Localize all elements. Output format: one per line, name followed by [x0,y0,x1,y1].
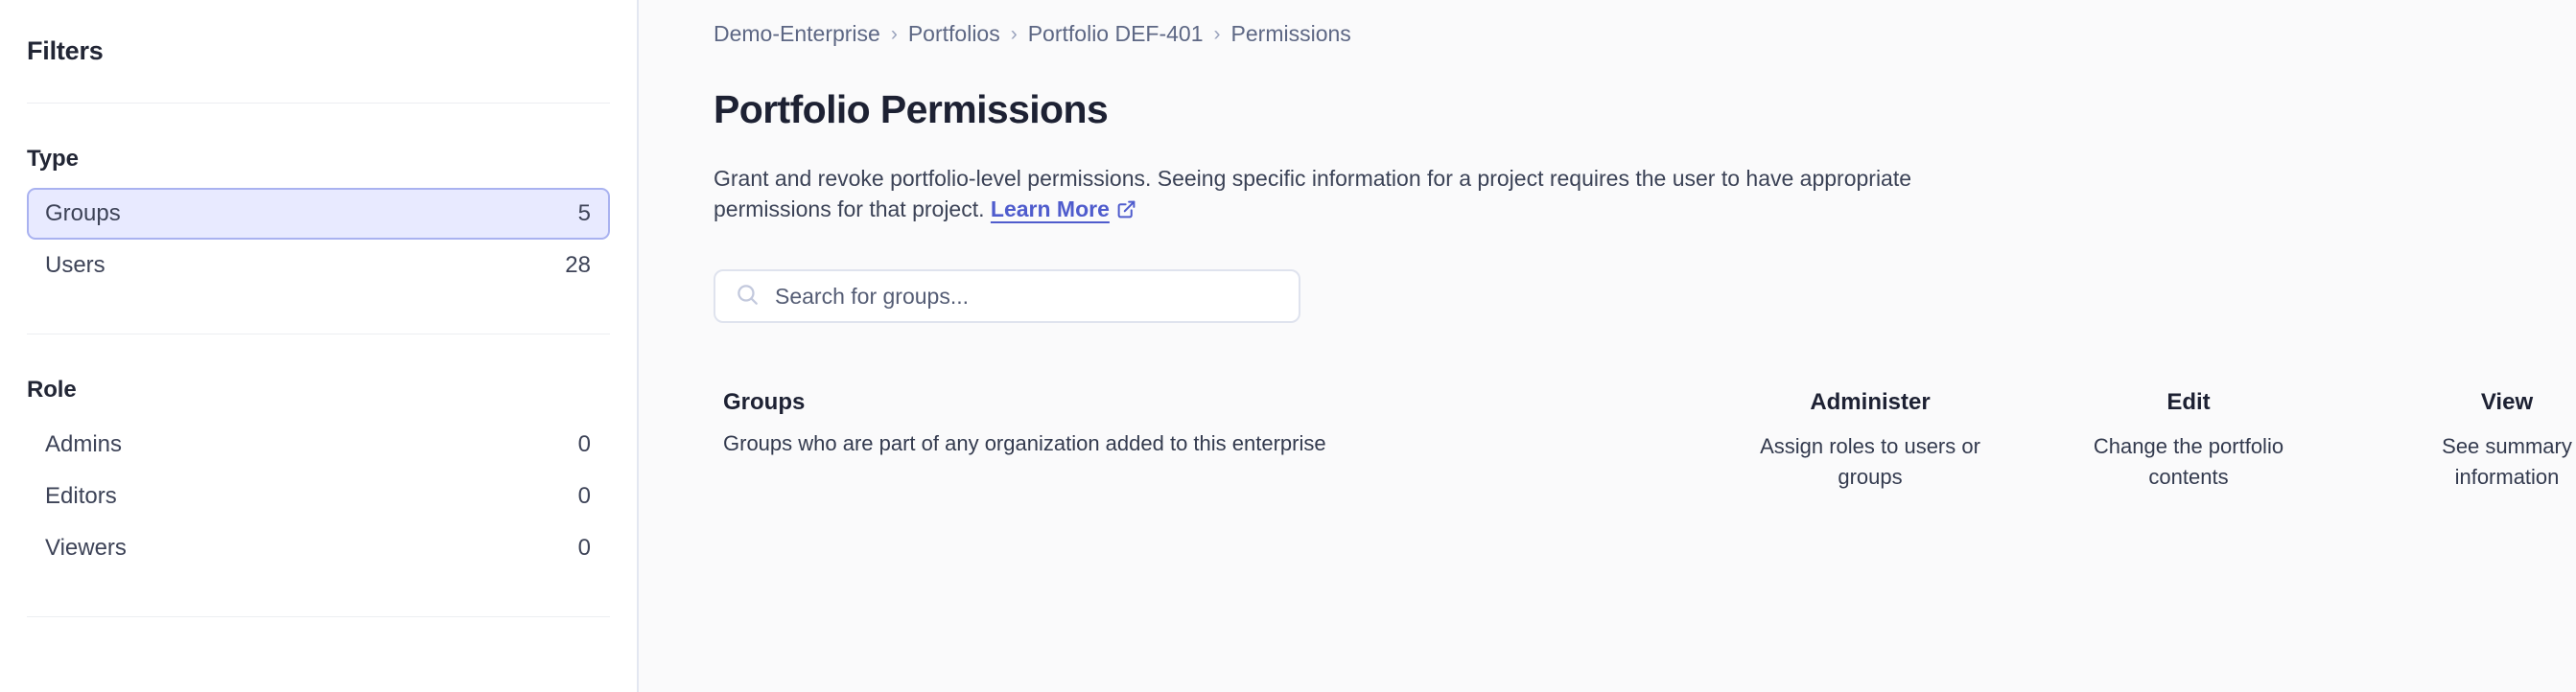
table-column-edit: Edit Change the portfolio contents [2029,389,2348,491]
search-input[interactable] [775,283,1279,310]
filter-item-groups[interactable]: Groups 5 [27,188,610,240]
table-column-groups-title: Groups [723,389,806,416]
breadcrumb-item-portfolios[interactable]: Portfolios [908,21,1000,47]
chevron-right-icon: › [1213,23,1221,45]
filter-section-heading-type: Type [27,146,79,172]
table-column-groups: Groups Groups who are part of any organi… [714,389,1711,456]
breadcrumb-item-enterprise[interactable]: Demo-Enterprise [714,21,880,47]
sidebar-title: Filters [27,36,104,65]
table-column-view-subtitle: See summary information [2442,434,2572,489]
table-column-view: View See summary information [2348,389,2576,491]
page-description-text: Grant and revoke portfolio-level permiss… [714,166,1912,221]
filter-item-editors[interactable]: Editors 0 [27,471,610,522]
sidebar-divider-bottom [27,616,610,617]
table-column-view-title: View [2480,389,2534,416]
table-column-edit-title: Edit [2166,389,2211,416]
breadcrumb-item-portfolio[interactable]: Portfolio DEF-401 [1028,21,1204,47]
search-icon [735,282,760,311]
table-column-edit-subtitle: Change the portfolio contents [2093,434,2284,489]
filter-item-groups-label: Groups [45,200,121,226]
filter-item-users[interactable]: Users 28 [27,240,610,291]
filter-item-editors-label: Editors [45,483,117,509]
filter-item-viewers[interactable]: Viewers 0 [27,522,610,574]
page-title: Portfolio Permissions [714,87,1109,131]
learn-more-link[interactable]: Learn More [991,196,1110,221]
filter-item-users-count: 28 [565,252,591,278]
page-description: Grant and revoke portfolio-level permiss… [714,164,1922,227]
breadcrumb: Demo-Enterprise › Portfolios › Portfolio… [714,0,2576,47]
filter-item-admins-label: Admins [45,431,123,457]
table-column-administer: Administer Assign roles to users or grou… [1711,389,2029,491]
table-column-administer-title: Administer [1810,389,1931,416]
filters-sidebar: Filters Type Groups 5 Users 28 Role Admi… [0,0,639,692]
search-box[interactable] [714,269,1300,324]
table-column-groups-subtitle: Groups who are part of any organization … [723,431,1326,456]
learn-more-label: Learn More [990,196,1110,221]
main-content: Demo-Enterprise › Portfolios › Portfolio… [639,0,2576,692]
filter-item-editors-count: 0 [577,483,591,509]
permissions-table-header: Groups Groups who are part of any organi… [714,389,2576,491]
breadcrumb-item-permissions: Permissions [1230,21,1351,46]
filter-item-admins[interactable]: Admins 0 [27,419,610,471]
filter-item-users-label: Users [45,252,105,278]
filter-item-admins-count: 0 [577,431,591,457]
filter-item-groups-count: 5 [577,200,591,226]
chevron-right-icon: › [1010,23,1018,45]
external-link-icon[interactable] [1116,197,1136,228]
filter-item-viewers-label: Viewers [45,535,127,561]
chevron-right-icon: › [890,23,898,45]
app-root: Filters Type Groups 5 Users 28 Role Admi… [0,0,2576,692]
table-column-administer-subtitle: Assign roles to users or groups [1760,434,1980,489]
filter-section-heading-role: Role [27,377,77,403]
filter-item-viewers-count: 0 [577,535,591,561]
